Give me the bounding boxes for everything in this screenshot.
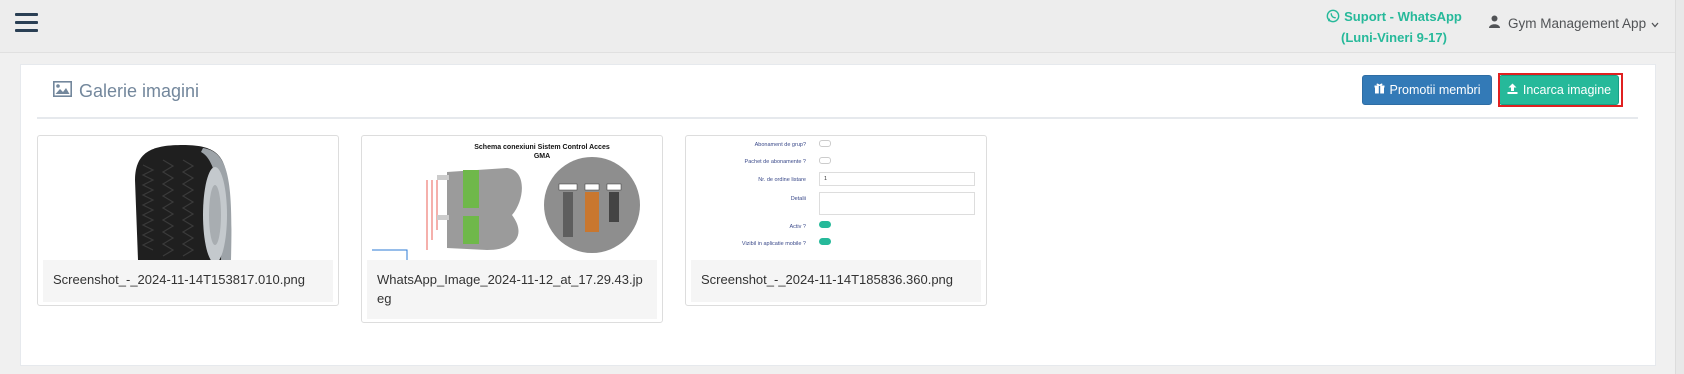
toggle-on <box>819 221 831 228</box>
top-navbar: Suport - WhatsApp (Luni-Vineri 9-17) Gym… <box>0 0 1676 53</box>
user-label: Gym Management App <box>1508 15 1647 31</box>
gift-icon <box>1374 83 1385 97</box>
image-filename: Screenshot_-_2024-11-14T185836.360.png <box>691 260 981 302</box>
gallery-item[interactable]: Schema conexiuni Sistem Control Acces GM… <box>361 135 663 323</box>
user-icon <box>1489 15 1500 31</box>
image-thumbnail-schematic[interactable]: Schema conexiuni Sistem Control Acces GM… <box>367 140 657 260</box>
upload-icon <box>1507 83 1518 97</box>
toggle-off <box>819 140 831 147</box>
toggle-off <box>819 157 831 164</box>
page-title-text: Galerie imagini <box>79 81 200 101</box>
support-whatsapp-link[interactable]: Suport - WhatsApp (Luni-Vineri 9-17) <box>1316 7 1472 47</box>
support-line-2: (Luni-Vineri 9-17) <box>1341 30 1447 45</box>
order-field: 1 <box>819 172 975 186</box>
form-label-package: Pachet de abonamente ? <box>744 159 806 165</box>
gallery-item[interactable]: Abonament de grup? Pachet de abonamente … <box>685 135 987 306</box>
image-thumbnail-form[interactable]: Abonament de grup? Pachet de abonamente … <box>691 140 981 260</box>
schematic-subtitle: GMA <box>533 153 551 160</box>
title-divider <box>37 117 1638 119</box>
image-filename: Screenshot_-_2024-11-14T153817.010.png <box>43 260 333 302</box>
schematic-title: Schema conexiuni Sistem Control Acces <box>474 144 610 151</box>
gallery-panel: Galerie imagini Promotii membri Incarca … <box>20 64 1656 366</box>
form-label-details: Detalii <box>790 196 806 202</box>
form-label-visible: Vizibil in aplicatie mobile ? <box>741 241 806 247</box>
toggle-on <box>819 238 831 245</box>
page-title: Galerie imagini <box>53 81 199 102</box>
user-dropdown[interactable]: Gym Management App <box>1489 15 1659 31</box>
image-icon <box>53 81 72 102</box>
gallery-item[interactable]: Screenshot_-_2024-11-14T153817.010.png <box>37 135 339 306</box>
hamburger-menu-icon[interactable] <box>15 13 38 33</box>
promo-members-label: Promotii membri <box>1389 83 1481 97</box>
details-field <box>819 192 975 215</box>
support-line-1: Suport - WhatsApp <box>1344 9 1462 24</box>
upload-image-label: Incarca imagine <box>1522 83 1612 97</box>
promo-members-button[interactable]: Promotii membri <box>1362 75 1492 105</box>
chevron-down-icon <box>1651 16 1659 31</box>
whatsapp-icon <box>1326 9 1340 28</box>
upload-image-button[interactable]: Incarca imagine <box>1499 75 1619 105</box>
vertical-scrollbar[interactable] <box>1675 0 1684 374</box>
form-label-order: Nr. de ordine listare <box>758 177 806 183</box>
image-thumbnail-tire[interactable] <box>43 140 333 260</box>
form-label-group: Abonament de grup? <box>754 142 806 148</box>
form-label-active: Activ ? <box>789 224 806 230</box>
image-filename: WhatsApp_Image_2024-11-12_at_17.29.43.jp… <box>367 260 657 319</box>
